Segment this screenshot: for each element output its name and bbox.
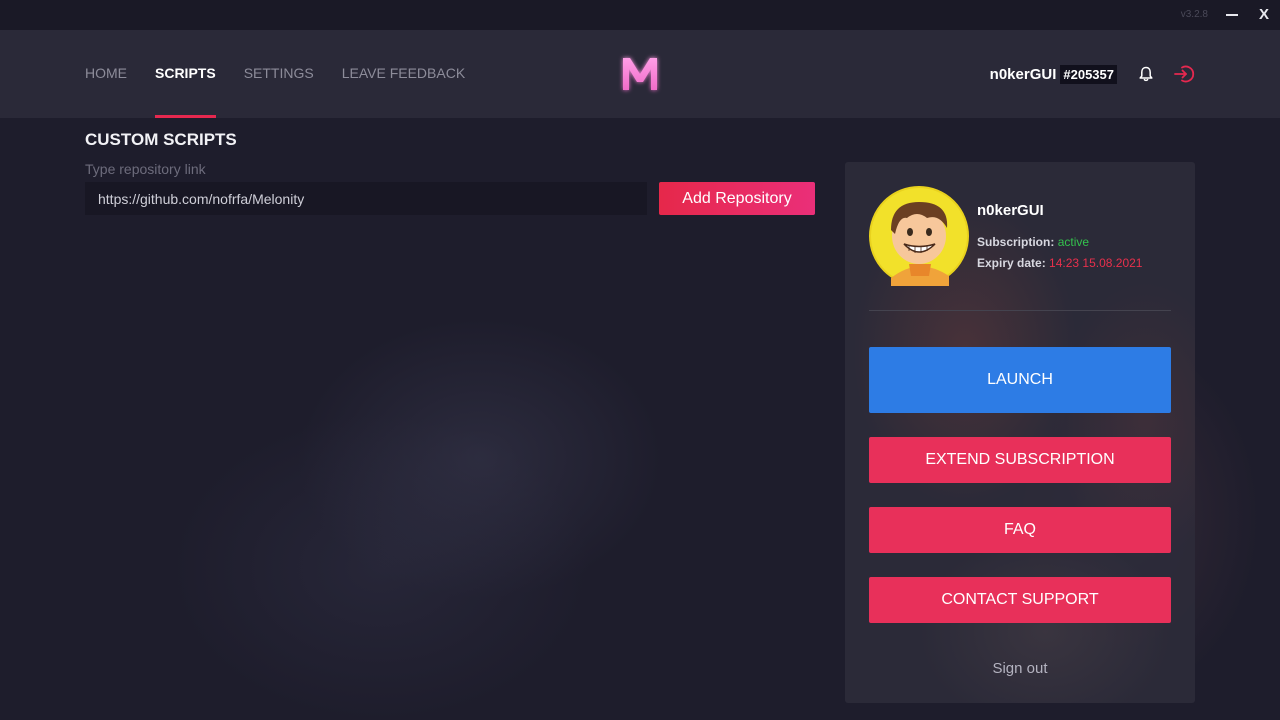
header-user-id: #205357 bbox=[1060, 64, 1117, 84]
expiry-value: 14:23 15.08.2021 bbox=[1049, 256, 1143, 270]
user-area: n0kerGUI #205357 bbox=[990, 30, 1195, 118]
version-label: v3.2.8 bbox=[1180, 9, 1208, 20]
profile-panel: n0kerGUI Subscription: active Expiry dat… bbox=[845, 162, 1195, 703]
repository-link-input[interactable] bbox=[85, 182, 647, 215]
nav-home[interactable]: HOME bbox=[85, 30, 127, 118]
launch-button[interactable]: LAUNCH bbox=[869, 347, 1171, 413]
faq-button[interactable]: FAQ bbox=[869, 507, 1171, 553]
extend-subscription-button[interactable]: EXTEND SUBSCRIPTION bbox=[869, 437, 1171, 483]
expiry-date: Expiry date: 14:23 15.08.2021 bbox=[977, 256, 1142, 270]
avatar bbox=[869, 186, 969, 286]
minimize-icon bbox=[1226, 14, 1238, 16]
header-username: n0kerGUI bbox=[989, 65, 1057, 83]
header: HOME SCRIPTS SETTINGS LEAVE FEEDBACK n0k… bbox=[0, 30, 1280, 118]
bell-icon[interactable] bbox=[1137, 65, 1155, 83]
add-repository-button[interactable]: Add Repository bbox=[659, 182, 815, 215]
profile-username: n0kerGUI bbox=[977, 202, 1044, 219]
subscription-status: Subscription: active bbox=[977, 235, 1089, 249]
nav-scripts[interactable]: SCRIPTS bbox=[155, 30, 216, 118]
nav-leave-feedback[interactable]: LEAVE FEEDBACK bbox=[342, 30, 465, 118]
divider bbox=[869, 310, 1171, 311]
melonity-logo-icon bbox=[623, 58, 657, 90]
subscription-label: Subscription: bbox=[977, 235, 1055, 249]
page-title: CUSTOM SCRIPTS bbox=[85, 130, 237, 149]
expiry-label: Expiry date: bbox=[977, 256, 1046, 270]
nav-settings[interactable]: SETTINGS bbox=[244, 30, 314, 118]
logout-icon[interactable] bbox=[1173, 63, 1195, 85]
main-nav: HOME SCRIPTS SETTINGS LEAVE FEEDBACK bbox=[85, 30, 493, 118]
close-button[interactable]: X bbox=[1252, 4, 1276, 26]
minimize-button[interactable] bbox=[1220, 4, 1244, 26]
repo-input-label: Type repository link bbox=[85, 161, 206, 177]
sign-out-link[interactable]: Sign out bbox=[845, 660, 1195, 677]
contact-support-button[interactable]: CONTACT SUPPORT bbox=[869, 577, 1171, 623]
subscription-value: active bbox=[1057, 235, 1090, 249]
title-bar: v3.2.8 X bbox=[0, 0, 1280, 30]
